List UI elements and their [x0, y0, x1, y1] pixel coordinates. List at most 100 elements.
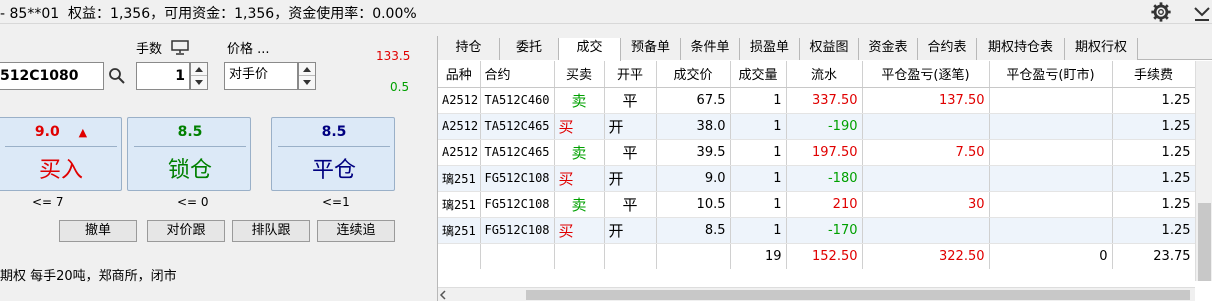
horizontal-scrollbar[interactable]: [438, 287, 1195, 301]
cell-volume: 1: [730, 217, 787, 244]
cell-volume: 1: [730, 139, 787, 166]
horizontal-scroll-thumb[interactable]: [526, 290, 1190, 300]
tab-stop-profit-orders[interactable]: 损盈单: [740, 38, 800, 60]
cell-price: 8.5: [656, 217, 731, 244]
col-header-cashflow[interactable]: 流水: [786, 61, 863, 88]
cell-open-close: 平: [604, 139, 657, 166]
table-row[interactable]: 璃251 FG512C108 买开 9.0 1 -180 1.25: [438, 165, 1196, 192]
cell-volume: 1: [730, 113, 787, 140]
contract-code-input[interactable]: 512C1080: [0, 62, 104, 90]
cell-price: 9.0: [656, 165, 731, 192]
lock-price: 8.5: [177, 124, 203, 140]
cell-pnl-trade: [862, 217, 990, 244]
cell-side: 买: [554, 217, 605, 244]
cell-volume: 1: [730, 191, 787, 218]
col-header-side[interactable]: 买卖: [554, 61, 605, 88]
table-row[interactable]: A2512 TA512C465 卖平 39.5 1 197.50 7.50 1.25: [438, 139, 1196, 166]
lock-position-button[interactable]: 8.5 锁仓: [127, 117, 251, 191]
chevron-down-icon[interactable]: [1192, 2, 1212, 22]
cancel-order-button[interactable]: 撤单: [59, 220, 137, 242]
tab-equity-chart[interactable]: 权益图: [800, 38, 859, 60]
cell-contract: TA512C465: [480, 113, 555, 140]
tab-prepared-orders[interactable]: 预备单: [621, 38, 681, 60]
tab-option-exercise[interactable]: 期权行权: [1065, 38, 1138, 60]
table-row[interactable]: A2512 TA512C460 卖平 67.5 1 337.50 137.50 1.25: [438, 87, 1196, 114]
cell-pnl-mtm: [989, 87, 1113, 114]
price-label[interactable]: 价格 ...: [227, 38, 270, 57]
lower-limit-price: 0.5: [390, 80, 410, 94]
cell-cashflow: 197.50: [786, 139, 863, 166]
cell-open-close: 平: [604, 87, 657, 114]
contract-info: 期权 每手20吨，郑商所，闭市: [0, 269, 177, 284]
lock-limit: <= 0: [177, 195, 209, 209]
cell-side: 买: [554, 165, 605, 192]
buy-limit: <= 7: [32, 195, 64, 209]
cell-pnl-mtm: [989, 113, 1113, 140]
cell-pnl-trade: 322.50: [862, 243, 990, 269]
cell-open-close: [604, 243, 657, 269]
tab-orders[interactable]: 委托: [500, 38, 559, 60]
close-position-button[interactable]: 8.5 平仓: [271, 117, 395, 191]
up-triangle-icon: ▲: [78, 126, 88, 139]
cell-fee: 1.25: [1112, 139, 1196, 166]
cell-cashflow: -180: [786, 165, 863, 192]
cell-volume: 1: [730, 87, 787, 114]
queue-follow-button[interactable]: 排队跟: [232, 220, 310, 242]
col-header-fee[interactable]: 手续费: [1112, 61, 1196, 88]
cell-pnl-trade: 137.50: [862, 87, 990, 114]
cell-cashflow: 210: [786, 191, 863, 218]
price-up-button[interactable]: [299, 63, 315, 76]
col-header-open-close[interactable]: 开平: [604, 61, 657, 88]
tab-fund-table[interactable]: 资金表: [859, 38, 918, 60]
tab-contract-table[interactable]: 合约表: [918, 38, 977, 60]
cell-side: 卖: [554, 87, 605, 114]
buy-button[interactable]: 9.0 ▲ 买入: [0, 117, 122, 191]
col-header-volume[interactable]: 成交量: [730, 61, 787, 88]
col-header-variety[interactable]: 品种: [438, 61, 481, 88]
col-header-pnl-mtm[interactable]: 平仓盈亏(盯市): [989, 61, 1113, 88]
totals-row[interactable]: 19 152.50 322.50 0 23.75: [438, 243, 1196, 269]
search-icon[interactable]: [108, 67, 126, 85]
cell-variety: A2512: [438, 87, 481, 114]
decrement-button[interactable]: [191, 76, 207, 89]
price-down-button[interactable]: [299, 76, 315, 89]
vertical-scrollbar[interactable]: [1195, 61, 1212, 281]
cell-pnl-trade: [862, 113, 990, 140]
price-type-input[interactable]: 对手价: [224, 62, 298, 90]
tab-conditional-orders[interactable]: 条件单: [681, 38, 740, 60]
vertical-scroll-thumb[interactable]: [1198, 203, 1211, 281]
table-row[interactable]: 璃251 FG512C108 卖平 10.5 1 210 30 1.25: [438, 191, 1196, 218]
cell-pnl-mtm: [989, 139, 1113, 166]
increment-button[interactable]: [191, 63, 207, 76]
price-stepper[interactable]: [298, 62, 316, 90]
continuous-chase-button[interactable]: 连续追: [317, 220, 395, 242]
table-row[interactable]: 璃251 FG512C108 买开 8.5 1 -170 1.25: [438, 217, 1196, 244]
cell-variety: 璃251: [438, 191, 481, 218]
chase-counter-price-button[interactable]: 对价跟: [147, 220, 225, 242]
col-header-pnl-trade[interactable]: 平仓盈亏(逐笔): [862, 61, 990, 88]
tab-bar: 持仓 委托 成交 预备单 条件单 损盈单 权益图 资金表 合约表 期权持仓表 期…: [438, 36, 1212, 61]
close-label: 平仓: [311, 158, 356, 183]
tab-option-positions[interactable]: 期权持仓表: [977, 38, 1065, 60]
cell-variety: 璃251: [438, 165, 481, 192]
cell-price: 10.5: [656, 191, 731, 218]
scroll-left-icon[interactable]: [438, 290, 448, 300]
tab-trades[interactable]: 成交: [559, 38, 621, 61]
cell-side: [554, 243, 605, 269]
quantity-input[interactable]: 1: [136, 62, 190, 90]
col-header-contract[interactable]: 合约: [480, 61, 555, 88]
monitor-icon[interactable]: [171, 40, 189, 55]
trades-table: 品种 合约 买卖 开平 成交价 成交量 流水 平仓盈亏(逐笔) 平仓盈亏(盯市)…: [438, 61, 1212, 269]
cell-open-close: 开: [604, 165, 657, 192]
account-summary: - 85**01 权益：1,356，可用资金：1,356，资金使用率：0.00%: [0, 6, 417, 22]
trade-records-panel: 持仓 委托 成交 预备单 条件单 损盈单 权益图 资金表 合约表 期权持仓表 期…: [437, 36, 1212, 301]
table-row[interactable]: A2512 TA512C465 买开 38.0 1 -190 1.25: [438, 113, 1196, 140]
cell-pnl-trade: [862, 165, 990, 192]
col-header-price[interactable]: 成交价: [656, 61, 731, 88]
cell-side: 卖: [554, 191, 605, 218]
quantity-stepper[interactable]: [190, 62, 208, 90]
close-limit: <=1: [322, 195, 350, 209]
gear-icon[interactable]: [1150, 1, 1172, 23]
tab-positions[interactable]: 持仓: [438, 38, 500, 60]
close-price: 8.5: [321, 124, 347, 140]
